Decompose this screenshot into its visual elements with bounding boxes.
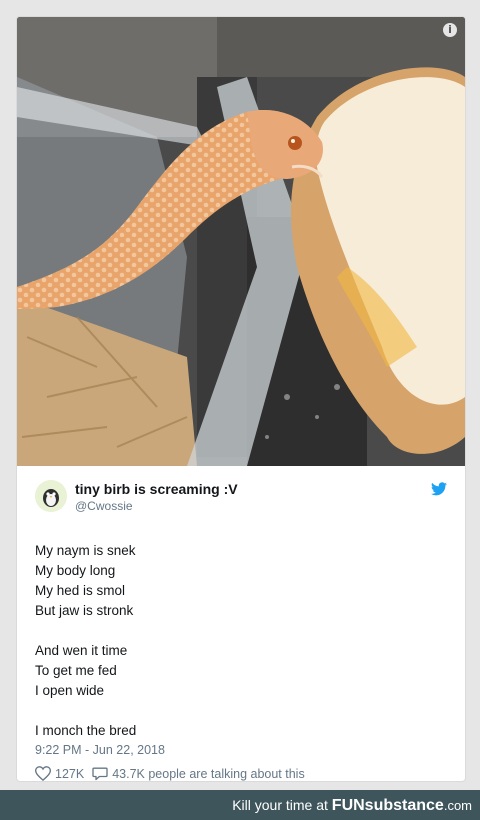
reply-button[interactable]: 43.7K people are talking about this xyxy=(92,766,305,781)
tweet-line: My hed is smol xyxy=(35,583,126,598)
tweet-line: My naym is snek xyxy=(35,543,136,558)
display-name[interactable]: tiny birb is screaming :V xyxy=(75,481,238,497)
footer-watermark[interactable]: Kill your time at FUNsubstance.com xyxy=(232,797,472,815)
site-footer: Kill your time at FUNsubstance.com xyxy=(0,790,480,820)
like-count: 127K xyxy=(55,766,85,781)
avatar-bird-icon xyxy=(35,480,67,512)
user-handle[interactable]: @Cwossie xyxy=(75,499,133,513)
tweet-actions: 127K 43.7K people are talking about this xyxy=(35,766,313,781)
tweet-line: But jaw is stronk xyxy=(35,603,134,618)
avatar[interactable] xyxy=(35,480,67,512)
tweet-timestamp[interactable]: 9:22 PM - Jun 22, 2018 xyxy=(35,743,165,757)
tweet-line: My body long xyxy=(35,563,116,578)
info-icon[interactable]: i xyxy=(443,23,457,37)
tweet-body: tiny birb is screaming :V @Cwossie My na… xyxy=(17,466,465,781)
tweet-embed-card: i tiny birb is screaming :V @Cwossie My … xyxy=(16,16,466,782)
snake-eating-bread-image xyxy=(17,17,465,466)
tweet-line: To get me fed xyxy=(35,663,117,678)
tweet-photo[interactable]: i xyxy=(17,17,465,466)
footer-brand: FUNsubstance xyxy=(331,797,444,814)
like-button[interactable]: 127K xyxy=(35,766,84,781)
tweet-line: I open wide xyxy=(35,683,105,698)
tweet-line: And wen it time xyxy=(35,643,128,658)
line-break xyxy=(35,701,445,721)
talking-count: 43.7K people are talking about this xyxy=(112,766,305,781)
footer-prefix: Kill your time at xyxy=(232,797,328,813)
tweet-line: I monch the bred xyxy=(35,723,137,738)
line-break xyxy=(35,621,445,641)
comment-icon xyxy=(92,767,108,781)
footer-domain: .com xyxy=(443,798,472,813)
twitter-bird-icon[interactable] xyxy=(431,482,447,496)
heart-icon xyxy=(35,766,51,781)
tweet-text: My naym is snek My body long My hed is s… xyxy=(35,541,445,741)
